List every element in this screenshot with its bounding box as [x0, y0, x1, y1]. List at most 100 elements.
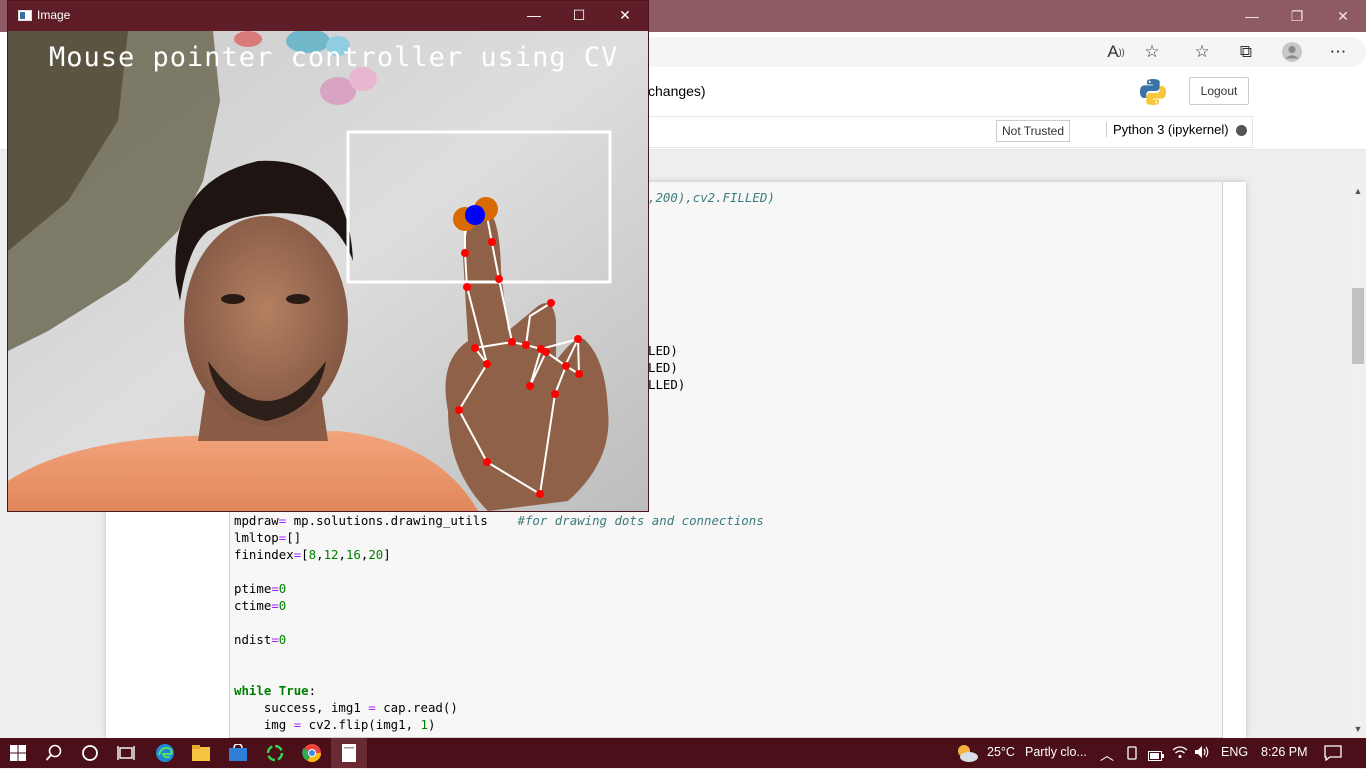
start-button[interactable] [0, 738, 36, 768]
code-op: = [271, 598, 279, 613]
overlay-title: Mouse pointer controller using CV [49, 42, 619, 73]
code-bracket: ] [383, 547, 391, 562]
volume-icon[interactable] [1194, 745, 1210, 759]
app-circle-icon[interactable] [257, 738, 293, 768]
windows-logo-icon [10, 745, 26, 761]
code-number: 12 [323, 547, 339, 562]
code-line-filled-3: LED) [648, 360, 678, 375]
code-line-filled-1: ,200),cv2.FILLED) [648, 189, 775, 206]
code-number: 0 [278, 632, 287, 647]
cortana-icon[interactable] [72, 738, 108, 768]
code-var: ctime [234, 598, 272, 613]
code-keyword: while [234, 683, 272, 698]
notebook-title[interactable]: changes) [648, 83, 706, 99]
scroll-down-icon[interactable]: ▼ [1350, 722, 1366, 736]
weather-temperature[interactable]: 25°C [987, 745, 1015, 759]
code-line-ptime: ptime=0 [234, 580, 286, 597]
kernel-status-icon [1236, 125, 1247, 136]
code-number: 0 [278, 598, 287, 613]
scroll-up-icon[interactable]: ▲ [1350, 184, 1366, 198]
code-rhs: [] [286, 530, 302, 545]
logout-button[interactable]: Logout [1189, 77, 1249, 105]
code-lhs: success, img1 [234, 700, 369, 715]
edge-browser-icon[interactable] [147, 738, 183, 768]
code-line-finindex: finindex=[8,12,16,20] [234, 547, 391, 562]
webcam-scene [8, 31, 648, 511]
camera-frame [8, 31, 648, 511]
kernel-name[interactable]: Python 3 (ipykernel) [1106, 122, 1229, 137]
image-minimize-button[interactable]: — [511, 0, 557, 30]
device-icon[interactable] [1125, 746, 1139, 760]
store-icon[interactable] [220, 738, 256, 768]
weather-icon[interactable] [955, 742, 979, 764]
battery-icon[interactable] [1148, 748, 1164, 761]
code-line-img: img = cv2.flip(img1, 1) [234, 716, 436, 733]
code-var: ndist [234, 632, 272, 647]
active-app-icon[interactable] [331, 738, 367, 768]
code-bracket: ) [427, 717, 436, 732]
code-line-success: success, img1 = cap.read() [234, 699, 458, 716]
code-line-lmltop: lmltop=[] [234, 529, 301, 546]
code-rhs: cap.read() [375, 700, 458, 715]
search-icon[interactable] [36, 738, 72, 768]
python-logo-icon [1138, 77, 1168, 107]
image-maximize-button[interactable]: ☐ [556, 0, 602, 30]
collections-icon[interactable]: ⧉ [1231, 38, 1261, 66]
weather-description[interactable]: Partly clo... [1025, 745, 1087, 759]
image-window-app-icon-detail [20, 12, 25, 19]
cursor-point-marker [465, 205, 485, 225]
person-face [184, 216, 348, 426]
profile-icon[interactable] [1277, 38, 1307, 66]
code-var: mpdraw [234, 513, 279, 528]
read-aloud-glyph: A [1107, 42, 1119, 61]
code-line-while: while True: [234, 682, 316, 699]
notification-icon[interactable] [1324, 745, 1342, 762]
code-var: ptime [234, 581, 272, 596]
notebook-scrollbar[interactable] [1350, 182, 1366, 738]
code-line-filled-2: LED) [648, 343, 678, 358]
tray-chevron-up-icon[interactable]: ︿ [1100, 745, 1114, 765]
file-explorer-icon[interactable] [183, 738, 219, 768]
code-number: 0 [278, 581, 287, 596]
code-op: = [271, 632, 279, 647]
code-number: 1 [420, 717, 428, 732]
scrollbar-thumb[interactable] [1352, 288, 1364, 364]
read-aloud-icon[interactable]: A)) [1101, 38, 1131, 66]
person-eye-right [286, 294, 310, 304]
code-number: 20 [368, 547, 384, 562]
browser-minimize-button[interactable]: — [1229, 0, 1275, 32]
chrome-icon[interactable] [294, 738, 330, 768]
code-op: = [271, 581, 279, 596]
code-lhs: img [234, 717, 294, 732]
code-line-filled-4: LLED) [648, 377, 686, 392]
person-eye-left [221, 294, 245, 304]
code-line-ctime: ctime=0 [234, 597, 286, 614]
language-indicator[interactable]: ENG [1221, 745, 1248, 759]
code-keyword: True [271, 683, 309, 698]
browser-restore-button[interactable]: ❐ [1274, 0, 1320, 32]
code-var: finindex [234, 547, 294, 562]
more-icon[interactable]: ⋯ [1323, 38, 1353, 66]
image-window-title: Image [37, 8, 71, 22]
read-aloud-sub: )) [1118, 47, 1125, 57]
code-line-ndist: ndist=0 [234, 631, 286, 648]
browser-close-button[interactable]: ✕ [1320, 0, 1366, 32]
code-colon: : [308, 683, 317, 698]
task-view-icon[interactable] [108, 738, 144, 768]
wifi-icon[interactable] [1172, 745, 1188, 759]
code-bracket: [ [301, 547, 309, 562]
not-trusted-button[interactable]: Not Trusted [996, 120, 1070, 142]
clock-time[interactable]: 8:26 PM [1261, 745, 1308, 759]
code-number: 16 [345, 547, 361, 562]
code-rhs: cv2.flip(img1, [301, 717, 421, 732]
add-favorite-icon[interactable]: ☆ [1137, 38, 1167, 66]
code-number: 8 [308, 547, 317, 562]
code-var: lmltop [234, 530, 279, 545]
favorites-icon[interactable]: ☆ [1187, 38, 1217, 66]
code-op: = [368, 700, 376, 715]
code-rhs: mp.solutions.drawing_utils [286, 513, 518, 528]
code-comment: #for drawing dots and connections [517, 513, 764, 528]
image-close-button[interactable]: ✕ [602, 0, 648, 30]
code-fragment: ,200),cv2.FILLED) [648, 190, 775, 205]
code-line-mpdraw: mpdraw= mp.solutions.drawing_utils #for … [234, 512, 764, 529]
